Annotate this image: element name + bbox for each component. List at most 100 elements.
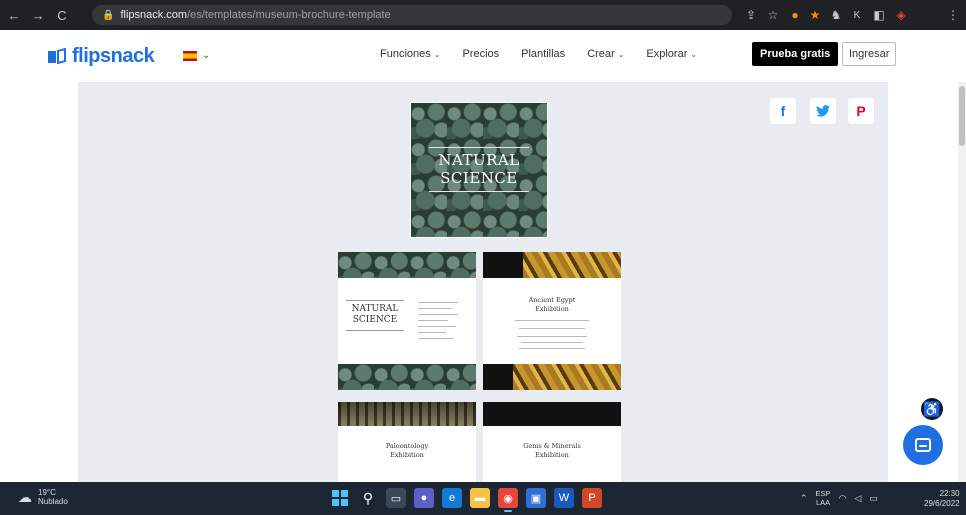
- nav-features-label: Funciones: [380, 48, 431, 60]
- extension-dark-icon[interactable]: ♞: [827, 6, 845, 24]
- divider: [346, 300, 404, 301]
- divider: [429, 191, 529, 192]
- gold-artifact-image: [523, 252, 621, 278]
- text-line: [418, 326, 456, 327]
- page-title-line-2: Exhibition: [535, 451, 569, 459]
- brochure-page-paleontology[interactable]: Paleontology Exhibition: [338, 402, 476, 482]
- wifi-icon[interactable]: ◠: [839, 493, 847, 504]
- login-button[interactable]: Ingresar: [842, 42, 897, 66]
- chrome-browser-icon[interactable]: ◉: [498, 488, 518, 512]
- try-free-button[interactable]: Prueba gratis: [752, 42, 839, 66]
- nav-create[interactable]: Crear ⌄: [587, 48, 624, 60]
- text-line: [418, 320, 448, 321]
- pinterest-share-button[interactable]: P: [848, 98, 874, 124]
- menu-icon[interactable]: ⋮: [944, 6, 962, 24]
- nav-pricing-label: Precios: [462, 48, 500, 60]
- page-title-line-2: Exhibition: [390, 451, 424, 459]
- succulent-image: NATURAL SCIENCE: [411, 103, 547, 237]
- edge-browser-icon[interactable]: e: [442, 488, 462, 508]
- weather-widget[interactable]: ☁ 19°C Nublado: [18, 488, 68, 506]
- profile-icon[interactable]: ◈: [892, 6, 910, 24]
- nav-explore[interactable]: Explorar ⌄: [646, 48, 697, 60]
- brochure-cover[interactable]: NATURAL SCIENCE: [410, 102, 548, 238]
- text-line: [418, 332, 446, 333]
- scrollbar-thumb[interactable]: [959, 86, 965, 146]
- page-title-line-1: Ancient Egypt: [528, 296, 576, 304]
- nav-templates[interactable]: Plantillas: [521, 48, 565, 60]
- nav-features[interactable]: Funciones ⌄: [380, 48, 440, 60]
- reload-icon[interactable]: C: [52, 5, 72, 25]
- windows-taskbar: ☁ 19°C Nublado ⚲ ▭ ● e ▬ ◉ ▣ W P ⌃ ESP L…: [0, 482, 966, 515]
- accessibility-icon[interactable]: ♿: [921, 398, 943, 420]
- clock-date: 29/6/2022: [924, 499, 960, 508]
- text-line: [519, 328, 585, 329]
- search-icon[interactable]: ⚲: [358, 488, 378, 508]
- brochure-page-natural-science[interactable]: NATURAL SCIENCE: [338, 252, 476, 390]
- text-line: [515, 320, 589, 321]
- page-title-line-1: NATURAL: [351, 304, 399, 314]
- divider: [346, 330, 404, 331]
- text-line: [418, 338, 454, 339]
- url-path: /es/templates/museum-brochure-template: [187, 9, 391, 21]
- keyboard-layout: LAA: [815, 498, 831, 507]
- powerpoint-icon[interactable]: P: [582, 488, 602, 508]
- facebook-share-button[interactable]: f: [770, 98, 796, 124]
- language-indicator[interactable]: ESP LAA: [816, 489, 831, 507]
- succulent-image: [338, 252, 476, 278]
- nav-pricing[interactable]: Precios: [462, 48, 499, 60]
- text-line: [418, 308, 452, 309]
- chat-widget-button[interactable]: [903, 425, 943, 465]
- page-title: Paleontology Exhibition: [338, 442, 476, 460]
- tabs-icon[interactable]: ◧: [870, 6, 888, 24]
- back-icon[interactable]: ←: [4, 5, 24, 25]
- store-icon[interactable]: ▣: [526, 488, 546, 508]
- divider: [429, 147, 529, 148]
- word-icon[interactable]: W: [554, 488, 574, 508]
- succulent-image: [338, 364, 476, 390]
- page-title-line-1: Gems & Minerals: [523, 442, 581, 450]
- address-bar[interactable]: 🔒 flipsnack.com /es/templates/museum-bro…: [92, 5, 732, 25]
- flipsnack-logo[interactable]: flipsnack: [48, 45, 155, 68]
- brochure-page-gems-minerals[interactable]: Gems & Minerals Exhibition: [483, 402, 621, 482]
- page-title: NATURAL SCIENCE: [344, 304, 406, 326]
- page-title-line-2: Exhibition: [535, 305, 569, 313]
- main-nav: Funciones ⌄ Precios Plantillas Crear ⌄ E…: [380, 48, 719, 60]
- twitter-share-button[interactable]: [810, 98, 836, 124]
- nav-explore-label: Explorar: [646, 48, 688, 60]
- taskbar-clock[interactable]: 22:30 29/6/2022: [924, 489, 960, 509]
- chevron-down-icon: ⌄: [690, 49, 698, 59]
- logo-text: flipsnack: [72, 45, 155, 67]
- brochure-page-ancient-egypt[interactable]: Ancient Egypt Exhibition: [483, 252, 621, 390]
- windows-start-icon[interactable]: [330, 488, 350, 508]
- extension-orange-icon[interactable]: ●: [786, 6, 804, 24]
- chevron-down-icon: ⌄: [617, 49, 625, 59]
- page-title: Ancient Egypt Exhibition: [483, 296, 621, 314]
- gold-artifact-image: [513, 364, 621, 390]
- star-icon[interactable]: ☆: [764, 6, 782, 24]
- nav-create-label: Crear: [587, 48, 615, 60]
- text-line: [418, 314, 458, 315]
- page-title: Gems & Minerals Exhibition: [483, 442, 621, 460]
- clock-time: 22:30: [939, 489, 960, 498]
- cover-title-line-2: SCIENCE: [440, 169, 518, 187]
- task-view-icon[interactable]: ▭: [386, 488, 406, 508]
- teams-chat-icon[interactable]: ●: [414, 488, 434, 508]
- logo-icon: [48, 47, 66, 65]
- extension-k-icon[interactable]: K: [848, 6, 866, 24]
- file-explorer-icon[interactable]: ▬: [470, 488, 490, 508]
- extension-red-icon[interactable]: ★: [806, 6, 824, 24]
- page-scrollbar[interactable]: [958, 82, 966, 482]
- chevron-up-icon[interactable]: ⌃: [800, 493, 808, 504]
- page-title-line-2: SCIENCE: [352, 315, 398, 325]
- battery-icon[interactable]: ▭: [869, 493, 878, 504]
- weather-temperature: 19°C: [38, 488, 56, 497]
- chevron-down-icon: ⌄: [433, 49, 441, 59]
- browser-toolbar: ← → C 🔒 flipsnack.com /es/templates/muse…: [0, 0, 966, 30]
- language-selector[interactable]: ⌄: [183, 50, 210, 61]
- volume-icon[interactable]: ◁: [854, 493, 861, 504]
- text-line: [418, 302, 458, 303]
- text-line: [517, 336, 587, 337]
- flipbook-viewer: f P NATURAL SCIENCE NATURAL SCIENCE Anci…: [78, 82, 888, 482]
- share-icon[interactable]: ⇪: [742, 6, 760, 24]
- forward-icon[interactable]: →: [28, 5, 48, 25]
